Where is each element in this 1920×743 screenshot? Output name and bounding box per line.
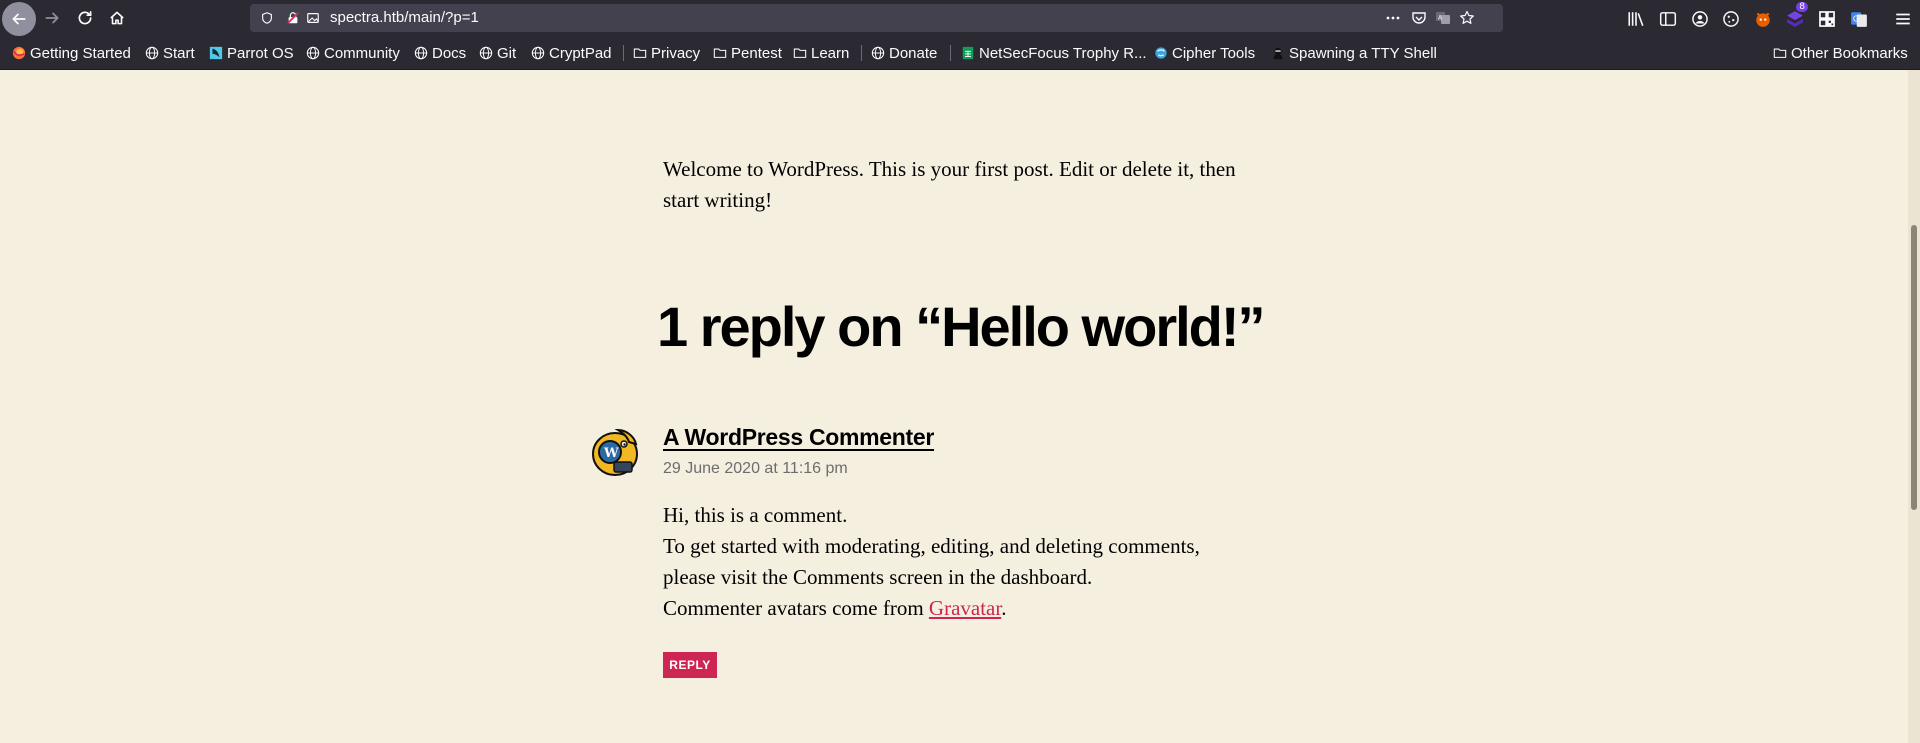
menu-icon[interactable]: [1892, 8, 1914, 30]
globe-icon: [145, 46, 159, 60]
insecure-lock-icon[interactable]: [284, 9, 302, 27]
home-icon: [110, 11, 124, 25]
parrot-icon: [209, 46, 223, 60]
bookmark-git[interactable]: Git: [479, 43, 516, 63]
arrow-right-icon: [45, 12, 59, 24]
folder-icon: [793, 46, 807, 60]
vertical-scrollbar[interactable]: [1908, 70, 1920, 743]
qr-code-icon[interactable]: [1816, 8, 1838, 30]
foxyproxy-icon[interactable]: [1752, 8, 1774, 30]
image-icon[interactable]: [304, 9, 322, 27]
forward-button[interactable]: [37, 4, 67, 32]
comment-date[interactable]: 29 June 2020 at 11:16 pm: [663, 460, 848, 478]
comment-line-suffix: .: [1001, 596, 1007, 620]
shield-icon[interactable]: [258, 9, 276, 27]
home-button[interactable]: [102, 4, 132, 32]
globe-icon: [531, 46, 545, 60]
bookmark-cipher-tools[interactable]: Cipher Tools: [1154, 43, 1255, 63]
post-text-line: Welcome to WordPress. This is your first…: [663, 157, 1236, 181]
bookmark-netsecfocus[interactable]: NetSecFocus Trophy R...: [961, 43, 1147, 63]
ninja-icon: [1271, 46, 1285, 60]
post-text-line: start writing!: [663, 188, 773, 212]
bookmark-folder-learn[interactable]: Learn: [793, 43, 849, 63]
bookmark-folder-pentest[interactable]: Pentest: [713, 43, 782, 63]
back-button[interactable]: [2, 2, 36, 36]
folder-icon: [713, 46, 727, 60]
globe-icon: [414, 46, 428, 60]
more-actions-icon[interactable]: [1384, 9, 1402, 27]
google-translate-icon[interactable]: G: [1848, 8, 1870, 30]
svg-text:G: G: [1853, 14, 1859, 23]
post-body: Welcome to WordPress. This is your first…: [663, 154, 1263, 216]
star-bookmark-icon[interactable]: [1458, 9, 1476, 27]
comments-title: 1 reply on “Hello world!”: [657, 295, 1266, 358]
pocket-icon[interactable]: [1410, 9, 1428, 27]
reply-button[interactable]: REPLY: [663, 652, 717, 678]
svg-text:W: W: [603, 446, 619, 461]
bookmark-separator: [861, 45, 862, 61]
hack-tools-icon[interactable]: 8: [1784, 2, 1808, 30]
comment-author-link[interactable]: A WordPress Commenter: [663, 424, 934, 451]
bookmark-docs[interactable]: Docs: [414, 43, 466, 63]
other-bookmarks-folder[interactable]: Other Bookmarks: [1773, 43, 1908, 63]
translate-icon[interactable]: A: [1434, 9, 1452, 27]
comment-line: please visit the Comments screen in the …: [663, 565, 1093, 589]
gravatar-link[interactable]: Gravatar: [929, 596, 1001, 620]
bookmark-separator: [623, 45, 624, 61]
cookie-extension-icon[interactable]: [1720, 8, 1742, 30]
comment-line: Hi, this is a comment.: [663, 503, 848, 527]
browser-toolbar: spectra.htb/main/?p=1 A 8 G: [0, 0, 1920, 36]
library-icon[interactable]: [1625, 8, 1647, 30]
globe-icon: [306, 46, 320, 60]
folder-icon: [633, 46, 647, 60]
arrow-left-icon: [12, 13, 26, 25]
page-content: Welcome to WordPress. This is your first…: [0, 70, 1908, 743]
account-icon[interactable]: [1689, 8, 1711, 30]
extension-badge: 8: [1796, 2, 1808, 12]
scrollbar-thumb[interactable]: [1911, 225, 1917, 510]
sheet-icon: [961, 46, 975, 60]
comment-line: To get started with moderating, editing,…: [663, 534, 1200, 558]
sidebar-icon[interactable]: [1657, 8, 1679, 30]
bookmark-spawning-tty[interactable]: Spawning a TTY Shell: [1271, 43, 1437, 63]
globe-icon: [479, 46, 493, 60]
reload-icon: [78, 10, 92, 25]
folder-icon: [1773, 46, 1787, 60]
cipher-icon: [1154, 46, 1168, 60]
bookmark-community[interactable]: Community: [306, 43, 400, 63]
url-text[interactable]: spectra.htb/main/?p=1: [330, 9, 479, 26]
bookmark-cryptpad[interactable]: CryptPad: [531, 43, 612, 63]
avatar: W: [588, 426, 640, 478]
bookmark-parrot-os[interactable]: Parrot OS: [209, 43, 294, 63]
bookmark-start[interactable]: Start: [145, 43, 195, 63]
wapuu-avatar-icon: W: [592, 428, 638, 476]
bookmark-getting-started[interactable]: Getting Started: [12, 43, 131, 63]
bookmark-folder-privacy[interactable]: Privacy: [633, 43, 700, 63]
url-bar[interactable]: spectra.htb/main/?p=1 A: [250, 4, 1503, 32]
globe-icon: [871, 46, 885, 60]
reload-button[interactable]: [70, 4, 100, 32]
comment-line-prefix: Commenter avatars come from: [663, 596, 929, 620]
bookmark-separator: [950, 45, 951, 61]
firefox-icon: [12, 46, 26, 60]
bookmarks-toolbar: Getting Started Start Parrot OS Communit…: [0, 36, 1920, 70]
comment-body: Hi, this is a comment. To get started wi…: [663, 500, 1283, 624]
comment-line: Commenter avatars come from Gravatar.: [663, 593, 1283, 624]
bookmark-donate[interactable]: Donate: [871, 43, 937, 63]
